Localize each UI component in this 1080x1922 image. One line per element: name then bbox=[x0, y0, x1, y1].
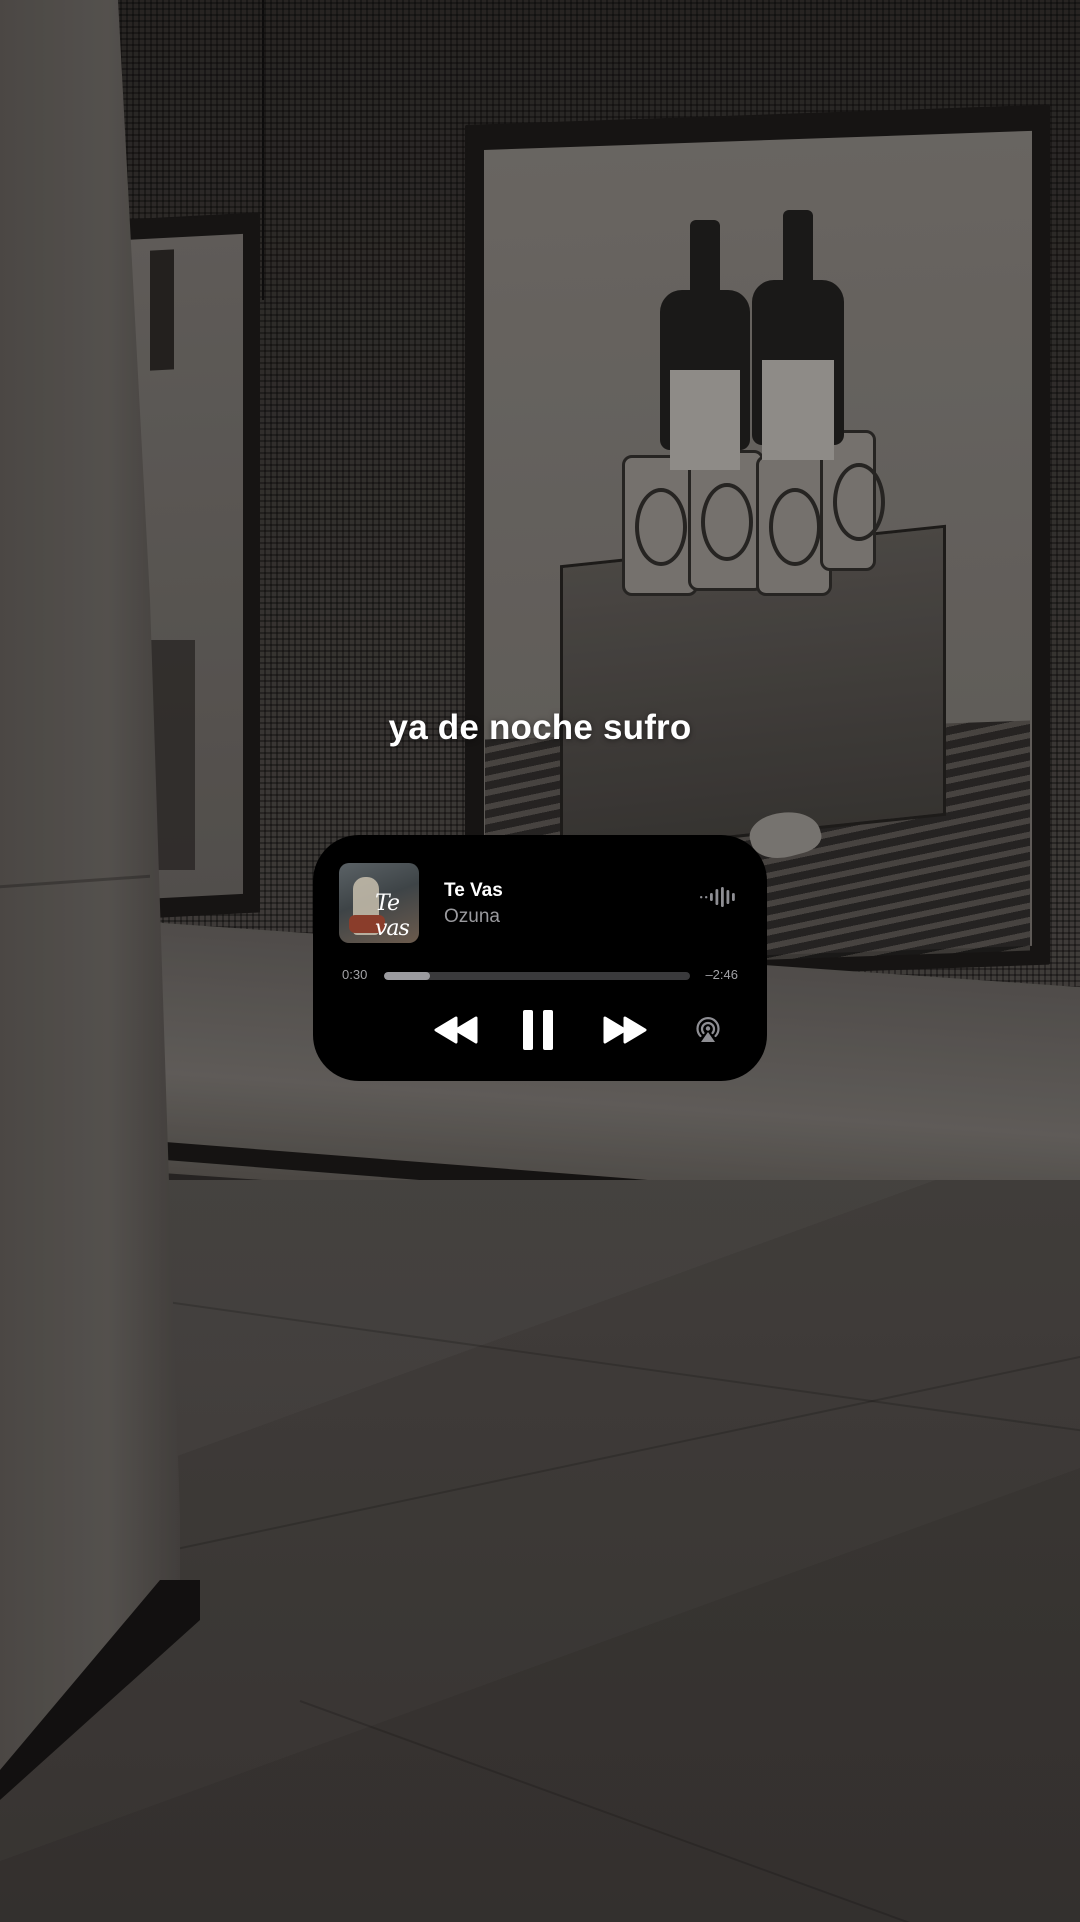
fast-forward-icon bbox=[603, 1016, 647, 1044]
track-title: Te Vas bbox=[444, 880, 503, 901]
track-artist: Ozuna bbox=[444, 906, 500, 927]
fast-forward-button[interactable] bbox=[598, 1010, 652, 1050]
pause-icon bbox=[523, 1010, 553, 1050]
progress-fill bbox=[384, 972, 430, 980]
pause-button[interactable] bbox=[514, 1005, 562, 1055]
waveform-icon bbox=[700, 887, 735, 907]
elapsed-time: 0:30 bbox=[342, 967, 368, 982]
lyric-caption: ya de noche sufro bbox=[388, 708, 692, 747]
album-art-lettering: Te vas bbox=[375, 891, 410, 941]
album-art[interactable]: Te vas bbox=[339, 863, 419, 943]
remaining-time: –2:46 bbox=[705, 967, 738, 982]
rewind-button[interactable] bbox=[429, 1010, 483, 1050]
now-playing-widget: Te vas Te Vas Ozuna 0:30 –2:46 bbox=[313, 835, 767, 1081]
rewind-icon bbox=[434, 1016, 478, 1044]
airplay-button[interactable] bbox=[691, 1013, 725, 1047]
progress-bar[interactable] bbox=[384, 972, 690, 980]
airplay-icon bbox=[696, 1017, 720, 1042]
